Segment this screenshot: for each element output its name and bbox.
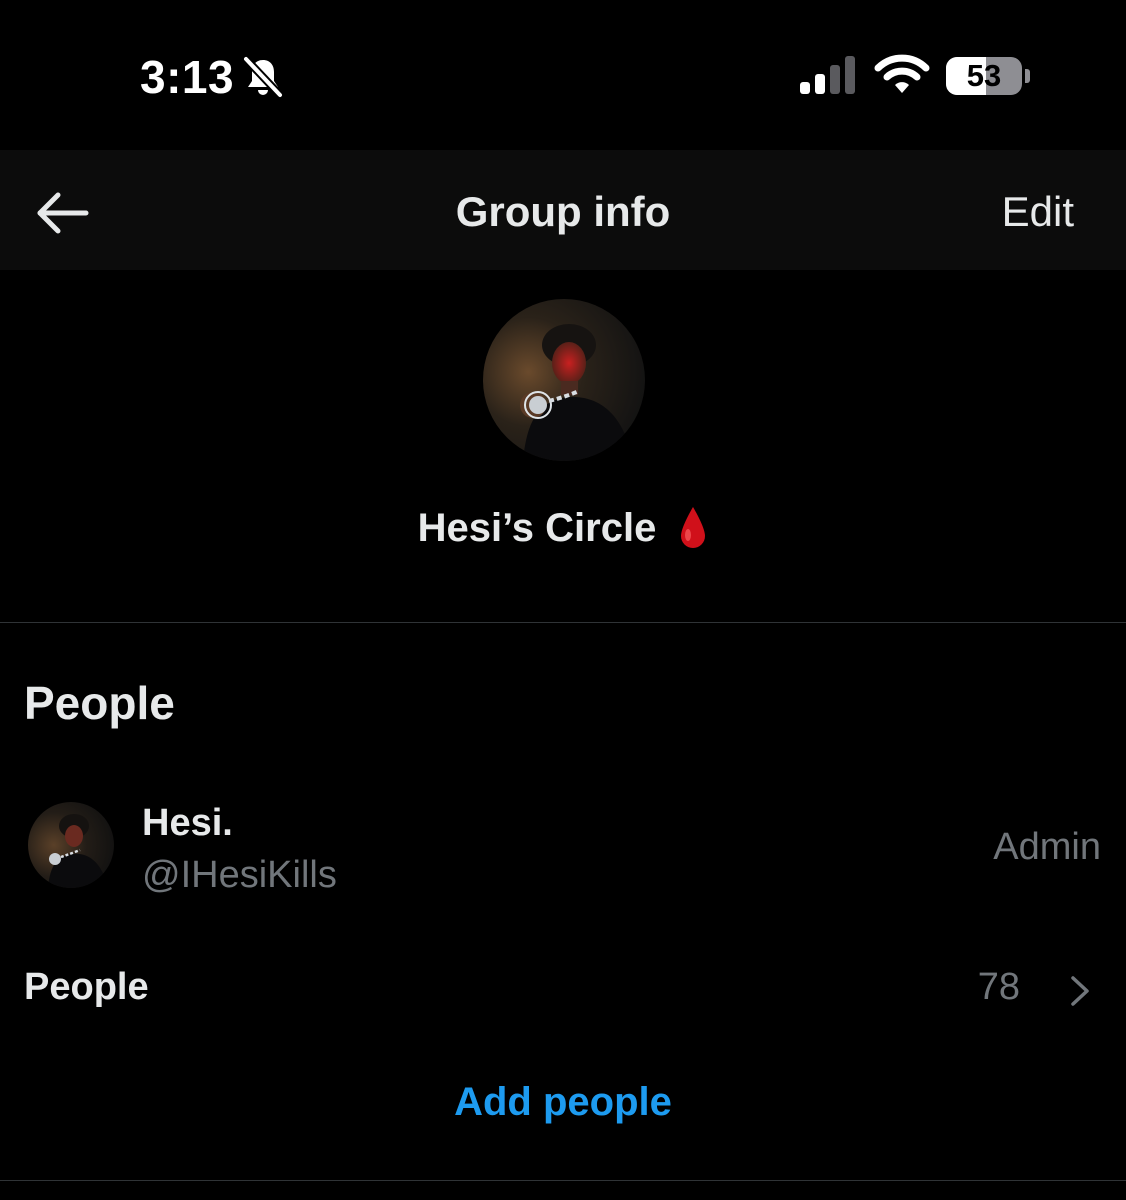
signal-bar [830,65,840,94]
people-list-row[interactable]: People 78 [0,950,1126,1030]
page-title: Group info [455,188,671,235]
people-count: 78 [977,966,1020,1008]
drop-of-blood-icon [681,507,706,548]
group-name-text: Hesi’s Circle [417,506,657,550]
user-avatar [28,802,114,888]
wifi-icon [874,54,930,93]
people-row-label: People [24,966,149,1008]
header-bar: Group info Edit [0,150,1126,270]
group-avatar[interactable] [483,299,645,461]
member-row[interactable]: Hesi. @IHesiKills Admin [0,790,1126,910]
member-role-badge: Admin [993,826,1101,868]
battery-level: 53 [966,58,1002,93]
member-handle: @IHesiKills [142,854,337,896]
section-divider-bottom [0,1180,1126,1181]
signal-bar [815,74,825,94]
edit-button[interactable]: Edit [1002,188,1074,236]
group-name: Hesi’s Circle [0,505,1126,551]
status-bar: 3:13 53 [0,0,1126,150]
add-people-button[interactable]: Add people [0,1080,1126,1125]
signal-bar [845,56,855,94]
section-divider [0,622,1126,623]
cellular-signal-icon [800,56,855,94]
status-time: 3:13 [140,51,235,103]
bell-slash-icon [242,55,284,99]
chevron-right-icon [1071,976,1089,1006]
battery-indicator: 53 [946,57,1022,95]
member-name: Hesi. [142,802,233,844]
people-section-title: People [24,677,175,729]
signal-bar [800,82,810,94]
battery-cap [1025,69,1030,83]
